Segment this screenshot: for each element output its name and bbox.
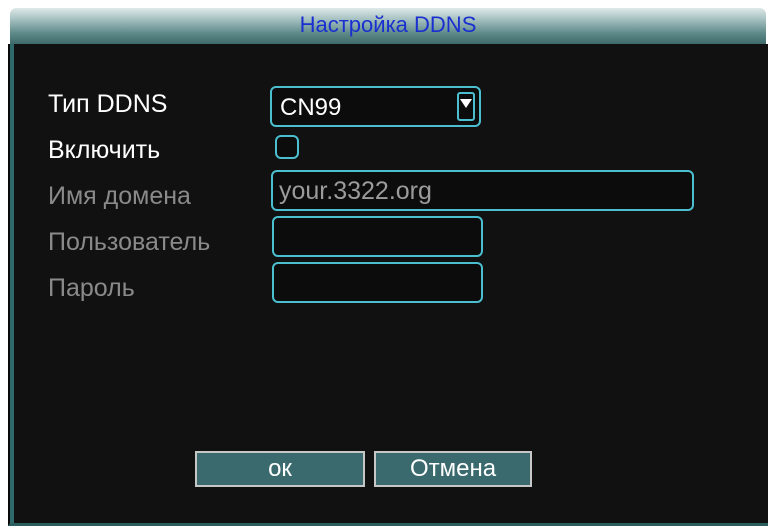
ddns-type-dropdown[interactable]: CN99 [270,86,481,127]
password-field[interactable] [272,262,483,303]
enable-checkbox[interactable] [275,135,299,159]
chevron-down-icon [460,99,472,108]
cancel-button[interactable]: Отмена [374,451,532,487]
ddns-type-value: CN99 [280,94,342,121]
domain-value: your.3322.org [279,177,432,205]
ddns-type-label: Тип DDNS [48,90,168,118]
user-field[interactable] [272,216,483,257]
password-label: Пароль [48,274,135,302]
user-label: Пользователь [48,228,211,256]
domain-field[interactable]: your.3322.org [271,170,694,211]
dialog-titlebar: Настройка DDNS [10,8,766,44]
ok-button[interactable]: ок [195,451,365,487]
ddns-settings-dialog: Настройка DDNS Тип DDNS CN99 Включить Им… [8,8,768,526]
enable-label: Включить [48,136,161,164]
dialog-title: Настройка DDNS [299,12,477,37]
domain-label: Имя домена [48,182,191,210]
dropdown-arrow-button[interactable] [457,92,475,121]
dialog-body: Тип DDNS CN99 Включить Имя домена your.3… [8,44,768,526]
